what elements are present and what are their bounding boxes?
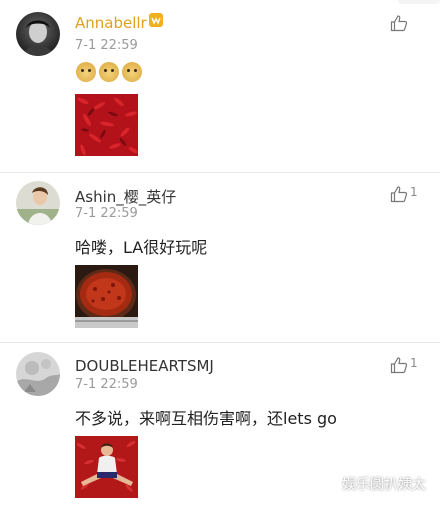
avatar[interactable] [16, 12, 60, 56]
doge-emoji-icon [76, 62, 96, 82]
username[interactable]: Annabellr [75, 14, 147, 32]
divider [0, 342, 440, 343]
timestamp: 7-1 22:59 [75, 377, 138, 392]
vip-badge-icon [149, 13, 163, 27]
timestamp: 7-1 22:59 [75, 38, 138, 53]
like-button[interactable] [390, 14, 410, 32]
divider [0, 172, 440, 173]
doge-emoji-icon [122, 62, 142, 82]
like-button[interactable]: 1 [390, 185, 418, 203]
thumbs-up-icon [390, 186, 408, 203]
thumbs-up-icon [390, 15, 408, 32]
watermark: 娱乐圆扒姨太 [318, 474, 426, 494]
comment-image-hotpot[interactable] [75, 265, 138, 328]
comment-text: 不多说，来啊互相伤害啊，还lets go [75, 409, 337, 428]
doge-emoji-icon [99, 62, 119, 82]
timestamp: 7-1 22:59 [75, 206, 138, 221]
comment-image-chili[interactable] [75, 94, 138, 156]
username[interactable]: DOUBLEHEARTSMJ [75, 357, 214, 375]
thumbs-up-icon [390, 357, 408, 374]
avatar[interactable] [16, 352, 60, 396]
like-button[interactable]: 1 [390, 356, 418, 374]
comment-text: 哈喽，LA很好玩呢 [75, 238, 208, 257]
emoji-row [76, 62, 142, 82]
username[interactable]: Ashin_樱_英仔 [75, 186, 176, 207]
comment-image-person[interactable] [75, 436, 138, 498]
avatar[interactable] [16, 181, 60, 225]
watermark-text: 娱乐圆扒姨太 [342, 477, 426, 493]
wechat-icon [318, 476, 338, 491]
menu-tab-edge [398, 0, 440, 4]
like-count: 1 [410, 185, 418, 199]
like-count: 1 [410, 356, 418, 370]
